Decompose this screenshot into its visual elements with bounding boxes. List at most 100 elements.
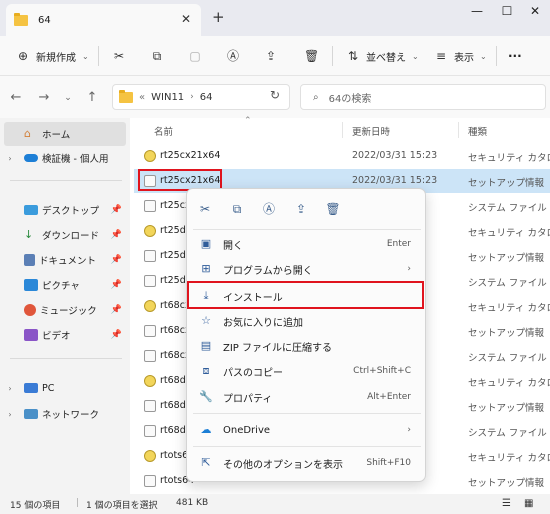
tiles-view-icon[interactable]: ▦	[524, 498, 533, 509]
sidebar-item-label: ネットワーク	[42, 410, 100, 421]
file-type: セキュリティ カタログ	[468, 228, 550, 239]
breadcrumb-win11[interactable]: WIN11	[151, 92, 184, 103]
menu-item-compress-zip[interactable]: ▤ ZIP ファイルに圧縮する	[191, 334, 423, 358]
catalog-file-icon	[144, 450, 156, 462]
chevron-right-icon[interactable]: ›	[4, 384, 16, 393]
menu-item-label: パスのコピー	[223, 367, 283, 379]
open-icon: ▣	[200, 237, 212, 250]
cut-action-icon[interactable]: ✂	[197, 201, 213, 217]
column-divider[interactable]	[458, 122, 459, 138]
tab-64[interactable]: 64 ✕	[6, 4, 201, 36]
sidebar-item-music[interactable]: ミュージック 📌	[4, 298, 126, 322]
chevron-right-icon[interactable]: ›	[4, 154, 16, 163]
column-divider[interactable]	[342, 122, 343, 138]
onedrive-icon: ☁	[200, 423, 212, 436]
menu-item-properties[interactable]: 🔧 プロパティ Alt+Enter	[191, 385, 423, 409]
catalog-file-icon	[144, 375, 156, 387]
menu-item-more-options[interactable]: ⇱ その他のオプションを表示 Shift+F10	[191, 451, 423, 475]
menu-item-open[interactable]: ▣ 開く Enter	[191, 232, 423, 256]
breadcrumb-overflow[interactable]: «	[139, 92, 145, 103]
file-type: システム ファイル	[468, 353, 547, 364]
sidebar-item-desktop[interactable]: デスクトップ 📌	[4, 198, 126, 222]
network-icon	[24, 409, 38, 419]
more-button[interactable]: ···	[508, 46, 522, 66]
column-header-type[interactable]: 種類	[468, 124, 487, 138]
delete-action-icon[interactable]: 🗑	[325, 201, 341, 217]
breadcrumb-64[interactable]: 64	[200, 92, 213, 103]
menu-item-label: ZIP ファイルに圧縮する	[223, 342, 333, 354]
rename-action-icon[interactable]: Ⓐ	[261, 201, 277, 217]
back-arrow-icon[interactable]: ←	[8, 90, 24, 105]
menu-item-open-with[interactable]: ⊞ プログラムから開く ›	[191, 257, 423, 281]
sort-label: 並べ替え	[366, 52, 406, 64]
sidebar-item-videos[interactable]: ビデオ 📌	[4, 323, 126, 347]
file-type: セットアップ情報	[468, 403, 545, 414]
sidebar-divider	[10, 180, 122, 181]
sidebar-item-onedrive[interactable]: › 検証機 - 個人用	[4, 146, 126, 170]
column-header-modified[interactable]: 更新日時	[352, 124, 390, 138]
recent-chevron-icon[interactable]: ⌄	[60, 93, 76, 103]
copy-action-icon[interactable]: ⧉	[229, 201, 245, 217]
file-type: システム ファイル	[468, 428, 547, 439]
maximize-button[interactable]: ☐	[496, 4, 518, 18]
address-bar[interactable]: « WIN11 › 64 ⌄	[112, 84, 374, 110]
copy-button[interactable]: ⧉	[150, 46, 164, 66]
sidebar-item-pictures[interactable]: ピクチャ 📌	[4, 273, 126, 297]
sidebar-item-network[interactable]: › ネットワーク	[4, 402, 126, 426]
chevron-down-icon: ⌄	[412, 51, 419, 61]
rename-button[interactable]: Ⓐ	[226, 46, 240, 66]
view-button[interactable]: ≡ 表示 ⌄	[434, 46, 487, 66]
status-selected: 1 個の項目を選択	[86, 501, 158, 511]
details-view-icon[interactable]: ☰	[502, 498, 511, 509]
cut-button[interactable]: ✂	[112, 46, 126, 66]
status-bar: 15 個の項目 | 1 個の項目を選択 481 KB ☰ ▦	[0, 494, 550, 514]
context-menu: ✂ ⧉ Ⓐ ⇪ 🗑 ▣ 開く Enter ⊞ プログラムから開く › ⤓ インス…	[186, 188, 426, 482]
new-button[interactable]: ⊕ 新規作成 ⌄	[16, 46, 89, 66]
search-box[interactable]: ⌕ 64の検索	[300, 84, 546, 110]
menu-item-copy-path[interactable]: ⧈ パスのコピー Ctrl+Shift+C	[191, 359, 423, 383]
properties-icon: 🔧	[199, 390, 213, 403]
share-button[interactable]: ⇪	[264, 46, 278, 66]
menu-item-shortcut: Alt+Enter	[367, 392, 411, 402]
refresh-icon[interactable]: ↻	[270, 88, 280, 102]
sort-up-icon: ⌃	[244, 116, 252, 126]
share-action-icon[interactable]: ⇪	[293, 201, 309, 217]
menu-item-label: お気に入りに追加	[223, 317, 303, 329]
up-arrow-icon[interactable]: ↑	[84, 90, 100, 105]
chevron-right-icon: ›	[407, 425, 411, 435]
file-date: 2022/03/31 15:23	[352, 175, 438, 186]
sidebar-item-pc[interactable]: › PC	[4, 376, 126, 400]
sidebar-item-home[interactable]: ⌂ ホーム	[4, 122, 126, 146]
new-tab-button[interactable]: +	[212, 8, 225, 26]
menu-item-onedrive[interactable]: ☁ OneDrive ›	[191, 418, 423, 442]
menu-divider	[193, 413, 421, 414]
navigation-bar: ← → ⌄ ↑ « WIN11 › 64 ⌄ ↻ ⌕ 64の検索	[0, 76, 550, 118]
chevron-right-icon[interactable]: ›	[4, 410, 16, 419]
table-row[interactable]: rt25cx21x64 2022/03/31 15:23 セキュリティ カタログ	[134, 144, 550, 168]
minimize-button[interactable]: —	[466, 4, 488, 18]
sort-button[interactable]: ⇅ 並べ替え ⌄	[346, 46, 419, 66]
paste-button[interactable]: ▢	[188, 46, 202, 66]
menu-item-add-favorite[interactable]: ☆ お気に入りに追加	[191, 309, 423, 333]
close-window-button[interactable]: ✕	[524, 4, 546, 18]
search-icon: ⌕	[313, 91, 319, 103]
delete-button[interactable]: 🗑	[304, 46, 319, 66]
sidebar-item-label: ドキュメント	[39, 256, 97, 267]
forward-arrow-icon[interactable]: →	[36, 90, 52, 105]
sidebar-item-downloads[interactable]: ↓ ダウンロード 📌	[4, 223, 126, 247]
home-icon: ⌂	[24, 127, 31, 140]
menu-item-shortcut: Shift+F10	[366, 458, 411, 468]
close-tab-icon[interactable]: ✕	[181, 12, 191, 26]
more-options-icon: ⇱	[201, 456, 211, 469]
sidebar-item-label: デスクトップ	[42, 206, 100, 217]
column-header-name[interactable]: 名前	[154, 124, 173, 138]
desktop-icon	[24, 205, 38, 215]
pc-icon	[24, 383, 38, 393]
rename-icon: Ⓐ	[226, 49, 239, 63]
view-icon: ≡	[435, 49, 447, 63]
sidebar-divider	[10, 358, 122, 359]
search-placeholder: 64の検索	[328, 93, 372, 105]
sidebar-item-label: ホーム	[42, 130, 71, 141]
sidebar-item-documents[interactable]: ドキュメント 📌	[4, 248, 126, 272]
file-type: システム ファイル	[468, 278, 547, 289]
